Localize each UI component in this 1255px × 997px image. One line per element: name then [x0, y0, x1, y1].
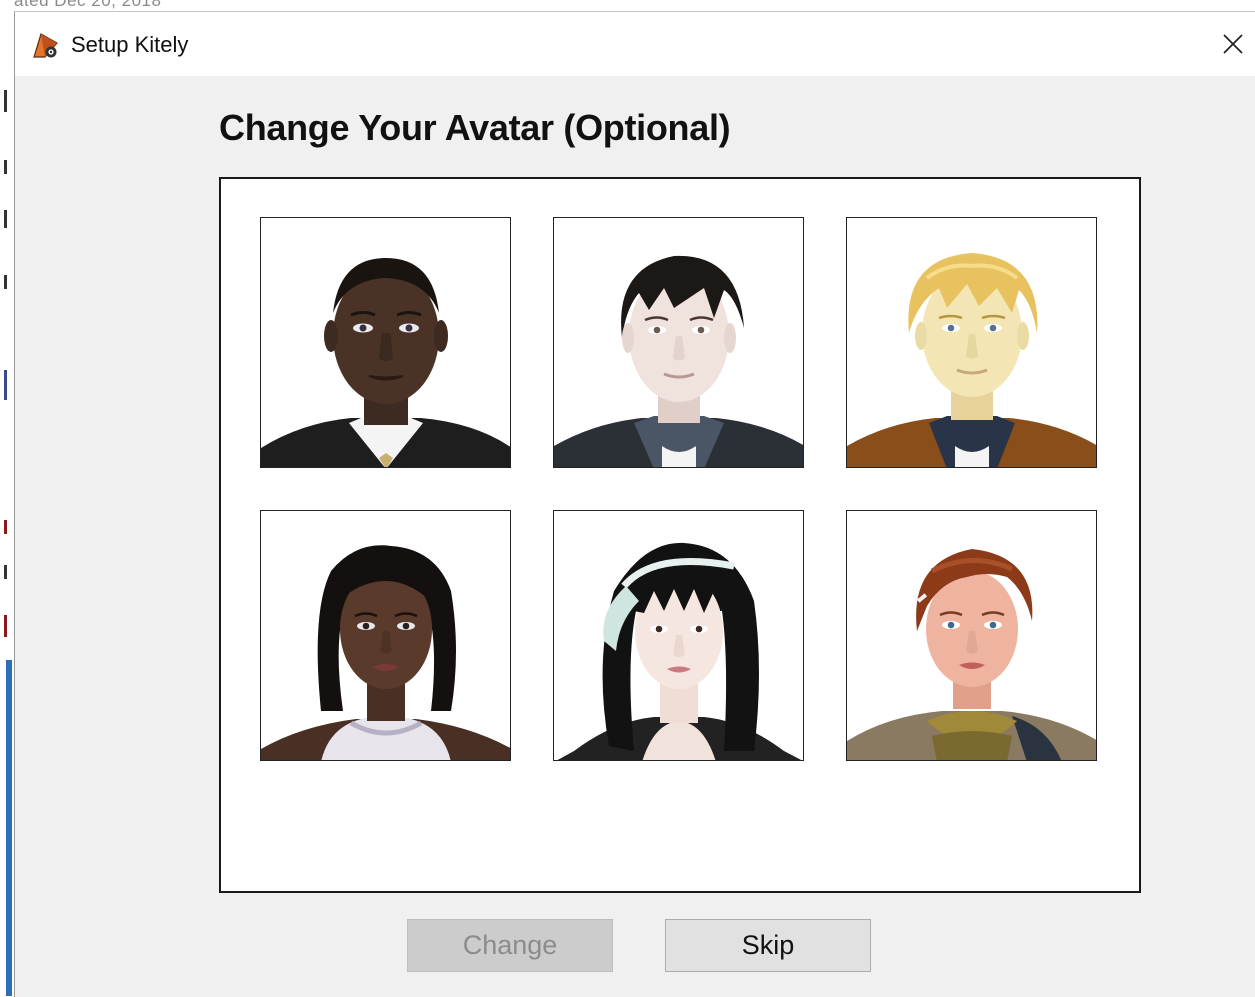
background-text: ated Dec 20, 2018 [14, 0, 162, 10]
avatar-female-auburn-hair-icon [847, 549, 1096, 760]
change-button[interactable]: Change [407, 919, 613, 972]
avatar-option-1[interactable] [260, 217, 511, 468]
close-icon [1223, 34, 1243, 54]
avatar-option-2[interactable] [553, 217, 804, 468]
close-button[interactable] [1210, 12, 1255, 76]
window-title: Setup Kitely [71, 32, 189, 57]
avatar-option-5[interactable] [553, 510, 804, 761]
background-page [0, 0, 14, 996]
avatar-option-4[interactable] [260, 510, 511, 761]
skip-button[interactable]: Skip [665, 919, 871, 972]
avatar-option-6[interactable] [846, 510, 1097, 761]
avatar-option-3[interactable] [846, 217, 1097, 468]
avatar-male-blond-hair-icon [847, 253, 1096, 467]
avatar-panel [219, 177, 1141, 893]
avatar-male-dark-hair-icon [554, 255, 803, 467]
avatar-female-black-hair-icon [557, 542, 802, 760]
avatar-female-dark-skin-icon [261, 545, 510, 760]
title-bar: Setup Kitely [15, 12, 1255, 76]
avatar-male-dark-skin-icon [261, 258, 510, 467]
kitely-app-icon [31, 31, 59, 59]
dialog-heading: Change Your Avatar (Optional) [219, 107, 731, 148]
setup-dialog: Setup Kitely Change Your Avatar (Optiona… [14, 11, 1255, 997]
